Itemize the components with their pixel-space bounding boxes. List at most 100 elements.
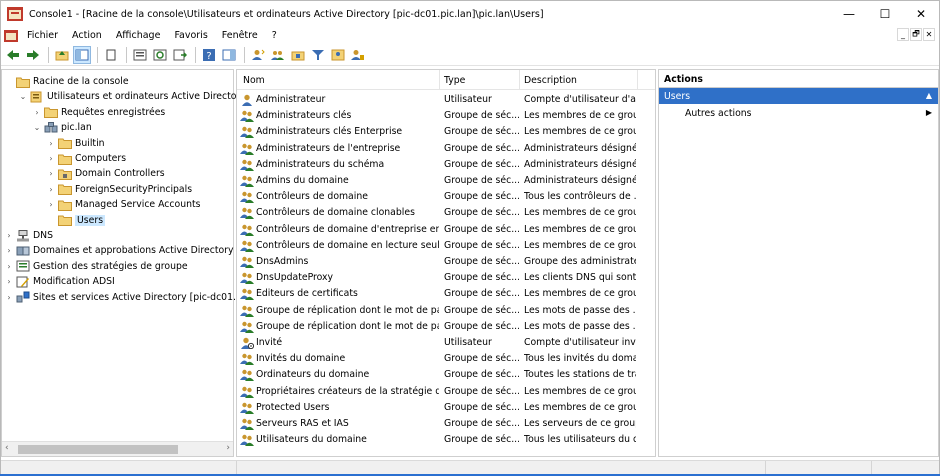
column-divider[interactable] (519, 70, 520, 90)
table-row[interactable]: Invité Utilisateur Compte d'utilisateur in… (237, 335, 655, 351)
copy-icon[interactable] (102, 46, 120, 64)
mdi-minimize-button[interactable]: _ (897, 28, 909, 41)
table-row[interactable]: Groupe de réplication dont le mot de pas… (237, 319, 655, 335)
collapse-up-icon[interactable]: ▲ (926, 91, 932, 100)
menu-action[interactable]: Action (65, 30, 109, 41)
cell-name: Éditeurs de certificats (256, 288, 358, 300)
mmc-menu-icon[interactable] (4, 29, 18, 42)
table-row[interactable]: Groupe de réplication dont le mot de pas… (237, 303, 655, 319)
table-row[interactable]: Contrôleurs de domaine clonables Groupe d… (237, 205, 655, 221)
tree-node[interactable]: › ForeignSecurityPrincipals (46, 182, 192, 197)
tree-expander-icon[interactable]: ⌄ (18, 92, 28, 101)
minimize-button[interactable]: — (831, 1, 867, 27)
properties-icon[interactable] (131, 46, 149, 64)
tree-node[interactable]: › Modification ADSI (4, 274, 115, 289)
tree-node[interactable]: › Sites et services Active Directory [pic… (4, 290, 255, 305)
table-row[interactable]: Admins du domaine Groupe de séc... Adminis… (237, 173, 655, 189)
table-row[interactable]: DnsUpdateProxy Groupe de séc... Les client… (237, 270, 655, 286)
mdi-close-button[interactable]: ✕ (923, 28, 935, 41)
column-header-type[interactable]: Type (444, 75, 465, 86)
table-row[interactable]: Administrateur Utilisateur Compte d'utilis… (237, 92, 655, 108)
menu-fenetre[interactable]: Fenêtre (215, 30, 265, 41)
table-row[interactable]: Contrôleurs de domaine d'entreprise en l… (237, 222, 655, 238)
menu-favoris[interactable]: Favoris (167, 30, 214, 41)
tree-expander-icon[interactable]: › (4, 293, 14, 302)
table-row[interactable]: Invités du domaine Groupe de séc... Tous l… (237, 351, 655, 367)
scroll-right-arrow-icon[interactable]: › (226, 443, 230, 453)
tree-expander-icon[interactable]: › (46, 139, 56, 148)
table-row[interactable]: Serveurs RAS et IAS Groupe de séc... Les s… (237, 416, 655, 432)
maximize-button[interactable]: ☐ (867, 1, 903, 27)
tree-node[interactable]: Racine de la console (4, 74, 129, 89)
new-user-icon[interactable] (249, 46, 267, 64)
tree-node[interactable]: › Domaines et approbations Active Directo… (4, 243, 234, 258)
delegate-control-icon[interactable] (349, 46, 367, 64)
tree-expander-icon[interactable]: › (4, 246, 14, 255)
tree-node[interactable]: ⌄ pic.lan (32, 120, 92, 135)
tree-expander-icon[interactable]: › (4, 262, 14, 271)
tree-expander-icon[interactable]: › (4, 231, 14, 240)
table-row[interactable]: Éditeurs de certificats Groupe de séc... L… (237, 286, 655, 302)
cell-type: Utilisateur (444, 337, 492, 348)
tree-node[interactable]: › DNS (4, 228, 53, 243)
scroll-left-arrow-icon[interactable]: ‹ (5, 443, 9, 453)
table-row[interactable]: Administrateurs clés Enterprise Groupe de… (237, 124, 655, 140)
table-row[interactable]: Administrateurs clés Groupe de séc... Les … (237, 108, 655, 124)
tree-node[interactable]: › Computers (46, 151, 126, 166)
scrollbar-thumb[interactable] (18, 445, 178, 454)
cell-description: Groupe des administrate... (524, 256, 636, 267)
menu-fichier[interactable]: Fichier (20, 30, 65, 41)
column-divider[interactable] (637, 70, 638, 90)
help-icon[interactable]: ? (200, 46, 218, 64)
filter-icon[interactable] (309, 46, 327, 64)
column-divider[interactable] (439, 70, 440, 90)
refresh-icon[interactable] (151, 46, 169, 64)
tree-expander-icon[interactable]: › (46, 169, 56, 178)
tree-expander-icon[interactable]: › (46, 200, 56, 209)
forward-arrow-icon[interactable] (24, 46, 42, 64)
table-row[interactable]: Contrôleurs de domaine en lecture seule G… (237, 238, 655, 254)
tree-expander-icon[interactable]: › (46, 154, 56, 163)
mdi-restore-button[interactable]: 🗗 (910, 28, 922, 41)
close-button[interactable]: ✕ (903, 1, 939, 27)
tree-node-label: Domaines et approbations Active Director… (33, 245, 234, 257)
table-row[interactable]: Propriétaires créateurs de la stratégie … (237, 384, 655, 400)
action-pane-icon[interactable] (220, 46, 238, 64)
results-list-pane[interactable]: Nom Type Description Administrateur Utili… (236, 69, 656, 457)
tree-node[interactable]: ⌄ Utilisateurs et ordinateurs Active Dire… (18, 89, 266, 104)
tree-node[interactable]: › Managed Service Accounts (46, 197, 200, 212)
column-header-description[interactable]: Description (524, 75, 577, 86)
table-row[interactable]: Protected Users Groupe de séc... Les membr… (237, 400, 655, 416)
table-row[interactable]: Utilisateurs du domaine Groupe de séc... T… (237, 432, 655, 448)
back-arrow-icon[interactable] (4, 46, 22, 64)
export-list-icon[interactable] (171, 46, 189, 64)
show-tree-icon[interactable] (73, 45, 91, 64)
tree-node[interactable]: Users (46, 213, 106, 228)
tree-node[interactable]: › Domain Controllers (46, 166, 165, 181)
up-folder-icon[interactable] (53, 46, 71, 64)
actions-section-users[interactable]: Users ▲ (659, 88, 938, 104)
menu-help[interactable]: ? (265, 30, 284, 41)
column-header-name[interactable]: Nom (243, 75, 265, 86)
cell-type: Groupe de séc... (444, 272, 519, 284)
table-row[interactable]: Ordinateurs du domaine Groupe de séc... To… (237, 367, 655, 383)
title-bar[interactable]: Console1 - [Racine de la console\Utilisa… (1, 1, 939, 27)
table-row[interactable]: Contrôleurs de domaine Groupe de séc... To… (237, 189, 655, 205)
tree-expander-icon[interactable]: › (46, 185, 56, 194)
tree-node[interactable]: › Requêtes enregistrées (32, 105, 165, 120)
tree-expander-icon[interactable]: ⌄ (32, 123, 42, 132)
new-group-icon[interactable] (269, 46, 287, 64)
table-row[interactable]: Administrateurs de l'entreprise Groupe de… (237, 141, 655, 157)
new-ou-icon[interactable] (289, 46, 307, 64)
table-row[interactable]: DnsAdmins Groupe de séc... Groupe des admi… (237, 254, 655, 270)
tree-horizontal-scrollbar[interactable]: ‹ › (2, 441, 233, 456)
action-autres-actions[interactable]: Autres actions ▶ (659, 104, 938, 120)
tree-expander-icon[interactable]: › (4, 277, 14, 286)
table-row[interactable]: Administrateurs du schéma Groupe de séc..… (237, 157, 655, 173)
menu-affichage[interactable]: Affichage (109, 30, 168, 41)
tree-node[interactable]: › Gestion des stratégies de groupe (4, 259, 188, 274)
console-tree-pane[interactable]: Racine de la console ⌄ Utilisateurs et ord… (1, 69, 266, 457)
tree-expander-icon[interactable]: › (32, 108, 42, 117)
tree-node[interactable]: › Builtin (46, 136, 105, 151)
add-to-group-icon[interactable] (329, 46, 347, 64)
